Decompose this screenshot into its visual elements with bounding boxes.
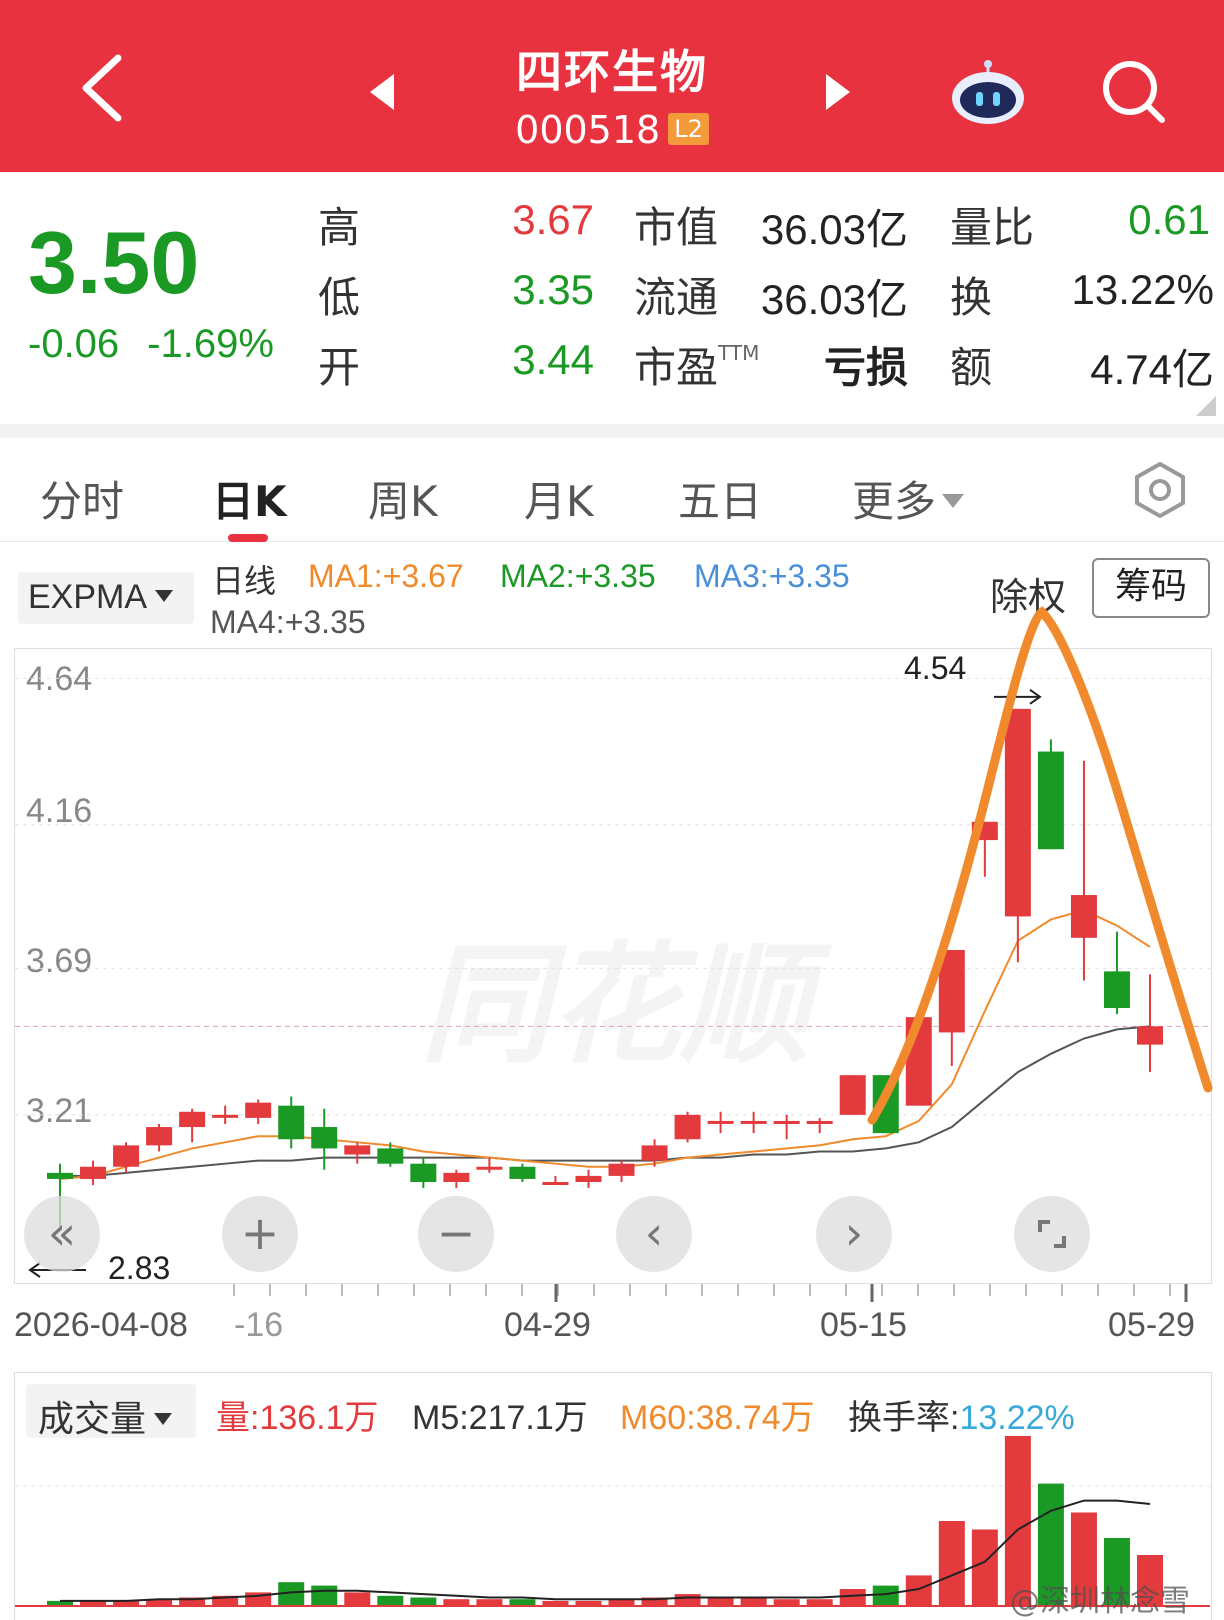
- volume-svg: [15, 1436, 1210, 1607]
- volume-bar: [707, 1597, 734, 1606]
- volume-bar: [971, 1529, 998, 1606]
- volume-bar: [938, 1521, 965, 1606]
- volume-bar: [806, 1599, 833, 1606]
- volume-bar: [443, 1599, 470, 1606]
- weibo-credit: @深圳林念雪: [1010, 1584, 1190, 1619]
- volume-bar: [377, 1595, 404, 1606]
- volume-bar: [608, 1599, 635, 1606]
- volume-bar: [674, 1594, 701, 1606]
- volume-bar: [509, 1599, 536, 1606]
- volume-bar: [839, 1589, 866, 1606]
- volume-bar: [872, 1585, 899, 1606]
- volume-bar: [476, 1599, 503, 1606]
- volume-bar: [410, 1597, 437, 1606]
- volume-bar: [740, 1597, 767, 1606]
- volume-bar: [773, 1599, 800, 1606]
- volume-bar: [344, 1592, 371, 1606]
- volume-bar: [311, 1585, 338, 1606]
